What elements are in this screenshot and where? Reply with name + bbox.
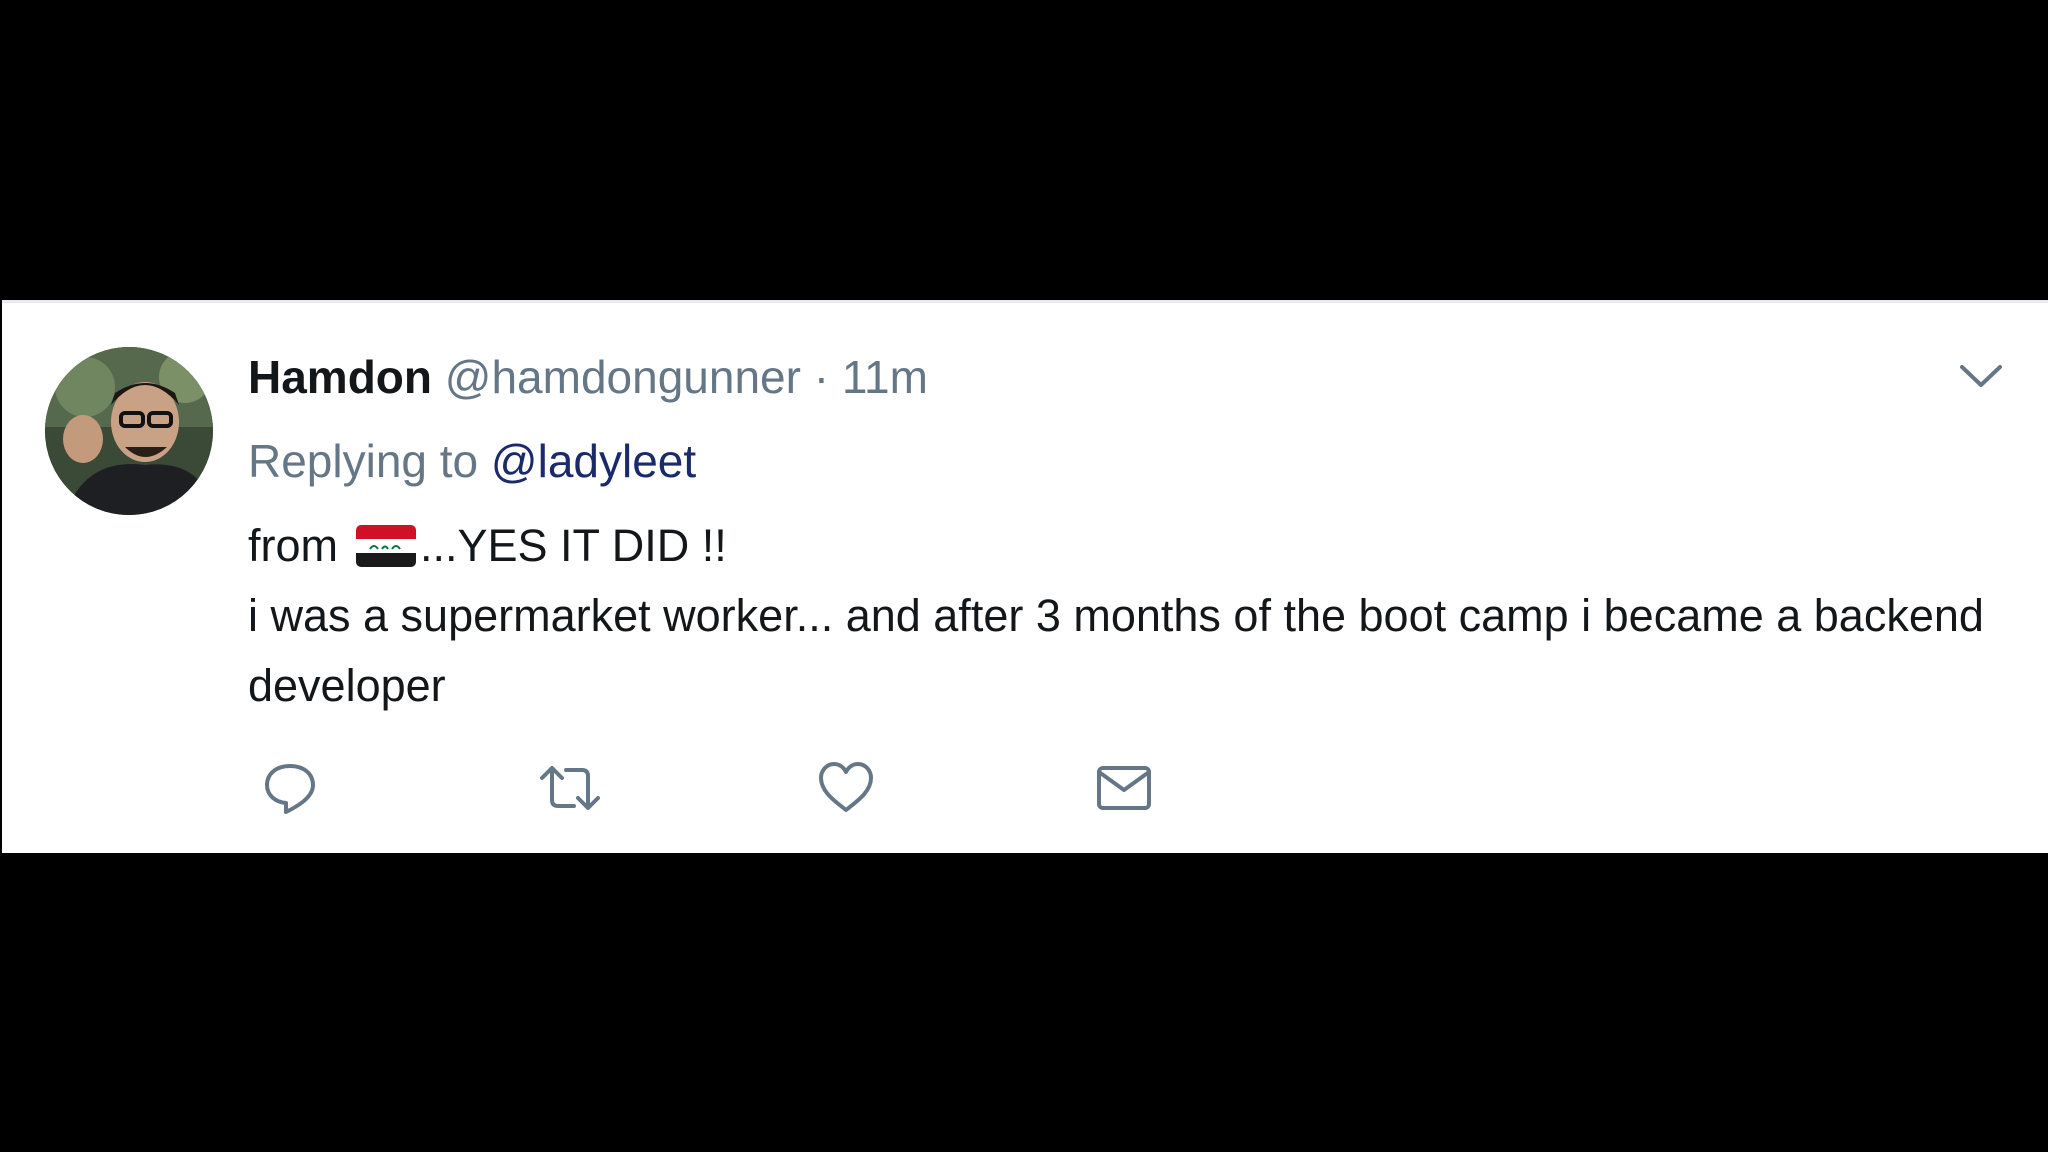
tweet-timestamp[interactable]: 11m (842, 351, 928, 403)
user-handle[interactable]: @hamdongunner (445, 351, 801, 403)
chevron-down-icon (1960, 365, 2002, 387)
reply-button[interactable] (260, 758, 320, 818)
tweet-actions (248, 758, 1208, 818)
like-icon (819, 762, 873, 812)
tweet-menu-button[interactable] (1958, 357, 2004, 393)
tweet-body-line1: from ...YES IT DID !! (248, 511, 2008, 581)
direct-message-button[interactable] (1094, 758, 1154, 818)
retweet-button[interactable] (538, 758, 600, 818)
user-avatar-icon (45, 347, 213, 515)
replying-to-label: Replying to (248, 435, 479, 487)
tweet-card[interactable]: Hamdon @hamdongunner · 11m Replying to @… (2, 300, 2048, 853)
tweet-header: Hamdon @hamdongunner · 11m (248, 347, 928, 407)
tweet-body: from ...YES IT DID !! i was a supermarke… (248, 511, 2008, 721)
iraq-flag-emoji-icon (356, 525, 416, 567)
avatar[interactable] (45, 347, 213, 515)
direct-message-icon (1097, 766, 1151, 810)
tweet-body-line2: i was a supermarket worker... and after … (248, 590, 1984, 711)
tweet-body-line1-text: ...YES IT DID !! (420, 520, 727, 571)
replying-to-mention[interactable]: @ladyleet (491, 435, 696, 487)
like-button[interactable] (816, 758, 876, 818)
header-separator: · (813, 351, 830, 403)
tweet-body-prefix: from (248, 520, 338, 571)
display-name[interactable]: Hamdon (248, 351, 432, 403)
retweet-icon (540, 766, 600, 810)
replying-to-line: Replying to @ladyleet (248, 431, 696, 491)
reply-icon (265, 764, 315, 814)
